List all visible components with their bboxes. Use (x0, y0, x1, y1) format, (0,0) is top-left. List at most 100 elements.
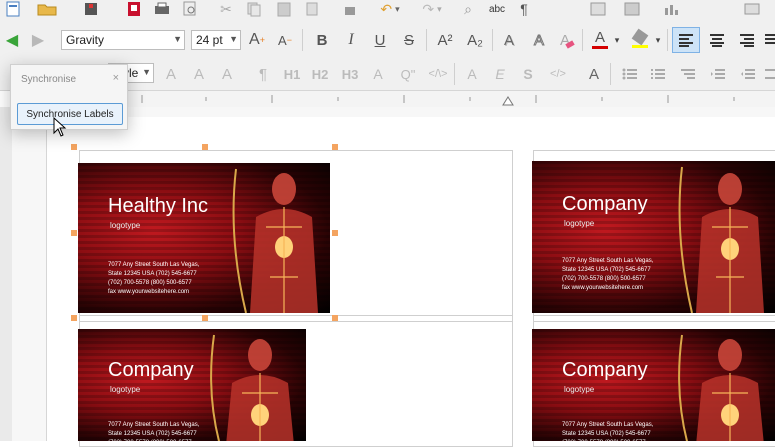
card-tagline: logotype (110, 385, 141, 394)
font-name-combo[interactable]: Gravity ▼ (61, 30, 185, 50)
style-emphasis[interactable]: E (488, 63, 512, 85)
find-replace-icon[interactable]: ⌕ (458, 0, 478, 18)
outline-button[interactable]: A (528, 30, 550, 50)
clone-formatting-icon[interactable] (302, 0, 322, 18)
chevron-down-icon[interactable]: ▼ (229, 34, 238, 44)
new-style-icon[interactable]: A (188, 63, 210, 85)
bullet-list-icon[interactable] (618, 63, 642, 85)
chevron-down-icon[interactable]: ▼ (142, 67, 151, 77)
strikethrough-button[interactable]: S (398, 30, 420, 50)
spelling-icon[interactable]: abc (486, 0, 508, 18)
new-document-icon[interactable] (4, 0, 22, 18)
numbered-list-icon[interactable] (646, 63, 670, 85)
selection-handle[interactable] (202, 315, 208, 321)
card-tagline: logotype (564, 219, 595, 228)
card-tagline: logotype (564, 385, 595, 394)
chevron-down-icon[interactable]: ▼ (173, 34, 182, 44)
underline-button[interactable]: U (369, 30, 391, 50)
font-size-combo[interactable]: 24 pt ▼ (191, 30, 241, 50)
increase-indent-icon[interactable] (706, 63, 730, 85)
align-right-button[interactable] (734, 27, 760, 53)
paste-icon[interactable] (274, 0, 294, 18)
highlighter-icon (631, 28, 649, 45)
separator (667, 29, 668, 51)
selection-handle[interactable] (71, 230, 77, 236)
style-heading-3[interactable]: H3 (338, 63, 362, 85)
bold-button[interactable]: B (311, 30, 333, 50)
style-preformatted[interactable]: </\> (426, 63, 450, 85)
superscript-button[interactable]: A² (432, 30, 458, 50)
image-icon[interactable] (622, 0, 642, 18)
align-center-button[interactable] (704, 27, 730, 53)
formatting-marks-icon[interactable]: ¶ (514, 0, 534, 18)
clear-direct-formatting-button[interactable]: A (556, 30, 578, 50)
update-style-icon[interactable]: A (160, 63, 182, 85)
style-source-text[interactable]: </> (544, 63, 572, 85)
style-default-paragraph[interactable]: ¶ (252, 63, 274, 85)
synchronise-labels-button[interactable]: Synchronise Labels (17, 103, 123, 125)
paragraph-spacing-icon[interactable] (764, 63, 775, 85)
anatomy-image (678, 334, 764, 441)
open-folder-icon[interactable] (36, 0, 58, 18)
highlight-color-button[interactable] (628, 28, 652, 50)
paste-special-icon[interactable] (340, 0, 360, 18)
style-text-body[interactable]: A (366, 63, 390, 85)
textbox-icon[interactable] (740, 0, 764, 18)
selection-handle[interactable] (332, 315, 338, 321)
style-default-character[interactable]: A (460, 63, 484, 85)
style-quotations[interactable]: Q" (396, 63, 420, 85)
copy-icon[interactable] (244, 0, 264, 18)
save-icon[interactable] (80, 0, 102, 18)
italic-button[interactable]: I (340, 30, 362, 50)
document-page[interactable]: Healthy Inc logotype 7077 Any Street Sou… (46, 117, 775, 447)
shadow-button[interactable]: A (498, 30, 520, 50)
separator (426, 29, 427, 51)
separator (582, 29, 583, 51)
style-strong[interactable]: S (516, 63, 540, 85)
shrink-font-button[interactable]: A − (274, 30, 296, 50)
justify-button[interactable] (764, 27, 775, 53)
print-icon[interactable] (152, 0, 172, 18)
anatomy-image (678, 166, 764, 313)
font-size-value: 24 pt (196, 33, 223, 47)
business-card[interactable]: Company logotype 7077 Any Street South L… (532, 161, 775, 313)
selection-handle[interactable] (332, 230, 338, 236)
synchronise-toolbar: Synchronise × Synchronise Labels (10, 64, 128, 130)
grow-font-button[interactable]: A + (246, 30, 268, 50)
selection-handle[interactable] (71, 315, 77, 321)
undo-icon[interactable]: ↶ ▾ (372, 0, 408, 18)
chart-icon[interactable] (660, 0, 684, 18)
business-card[interactable]: Company logotype 7077 Any Street South L… (78, 329, 306, 441)
font-color-bar (592, 46, 608, 49)
chevron-down-icon[interactable]: ▾ (612, 30, 622, 50)
selection-handle[interactable] (202, 144, 208, 150)
clone-style-icon[interactable]: A (216, 63, 238, 85)
business-card[interactable]: Company logotype 7077 Any Street South L… (532, 329, 775, 441)
font-color-button[interactable]: A (589, 28, 611, 50)
card-company-name: Company (562, 193, 648, 215)
selection-handle[interactable] (71, 144, 77, 150)
separator (492, 29, 493, 51)
close-icon[interactable]: × (113, 72, 119, 84)
subscript-button[interactable]: A₂ (462, 30, 488, 50)
redo-icon[interactable]: ↷ ▾ (414, 0, 450, 18)
export-pdf-icon[interactable] (124, 0, 144, 18)
separator (302, 29, 303, 51)
clear-formatting-icon[interactable]: A (582, 63, 606, 85)
style-heading-2[interactable]: H2 (308, 63, 332, 85)
outline-list-icon[interactable] (676, 63, 700, 85)
print-preview-icon[interactable] (180, 0, 200, 18)
cut-icon[interactable]: ✂ (216, 0, 236, 18)
selection-handle[interactable] (332, 144, 338, 150)
card-company-name: Company (108, 359, 194, 381)
horizontal-ruler[interactable] (46, 91, 775, 108)
back-arrow-icon[interactable]: ◀ (2, 30, 22, 50)
align-left-button[interactable] (672, 27, 700, 53)
synchronise-toolbar-title: Synchronise (21, 74, 77, 85)
decrease-indent-icon[interactable] (736, 63, 760, 85)
chevron-down-icon[interactable]: ▾ (653, 30, 663, 50)
table-icon[interactable] (588, 0, 608, 18)
forward-arrow-icon[interactable]: ▶ (28, 30, 48, 50)
style-heading-1[interactable]: H1 (280, 63, 304, 85)
business-card[interactable]: Healthy Inc logotype 7077 Any Street Sou… (78, 163, 330, 313)
